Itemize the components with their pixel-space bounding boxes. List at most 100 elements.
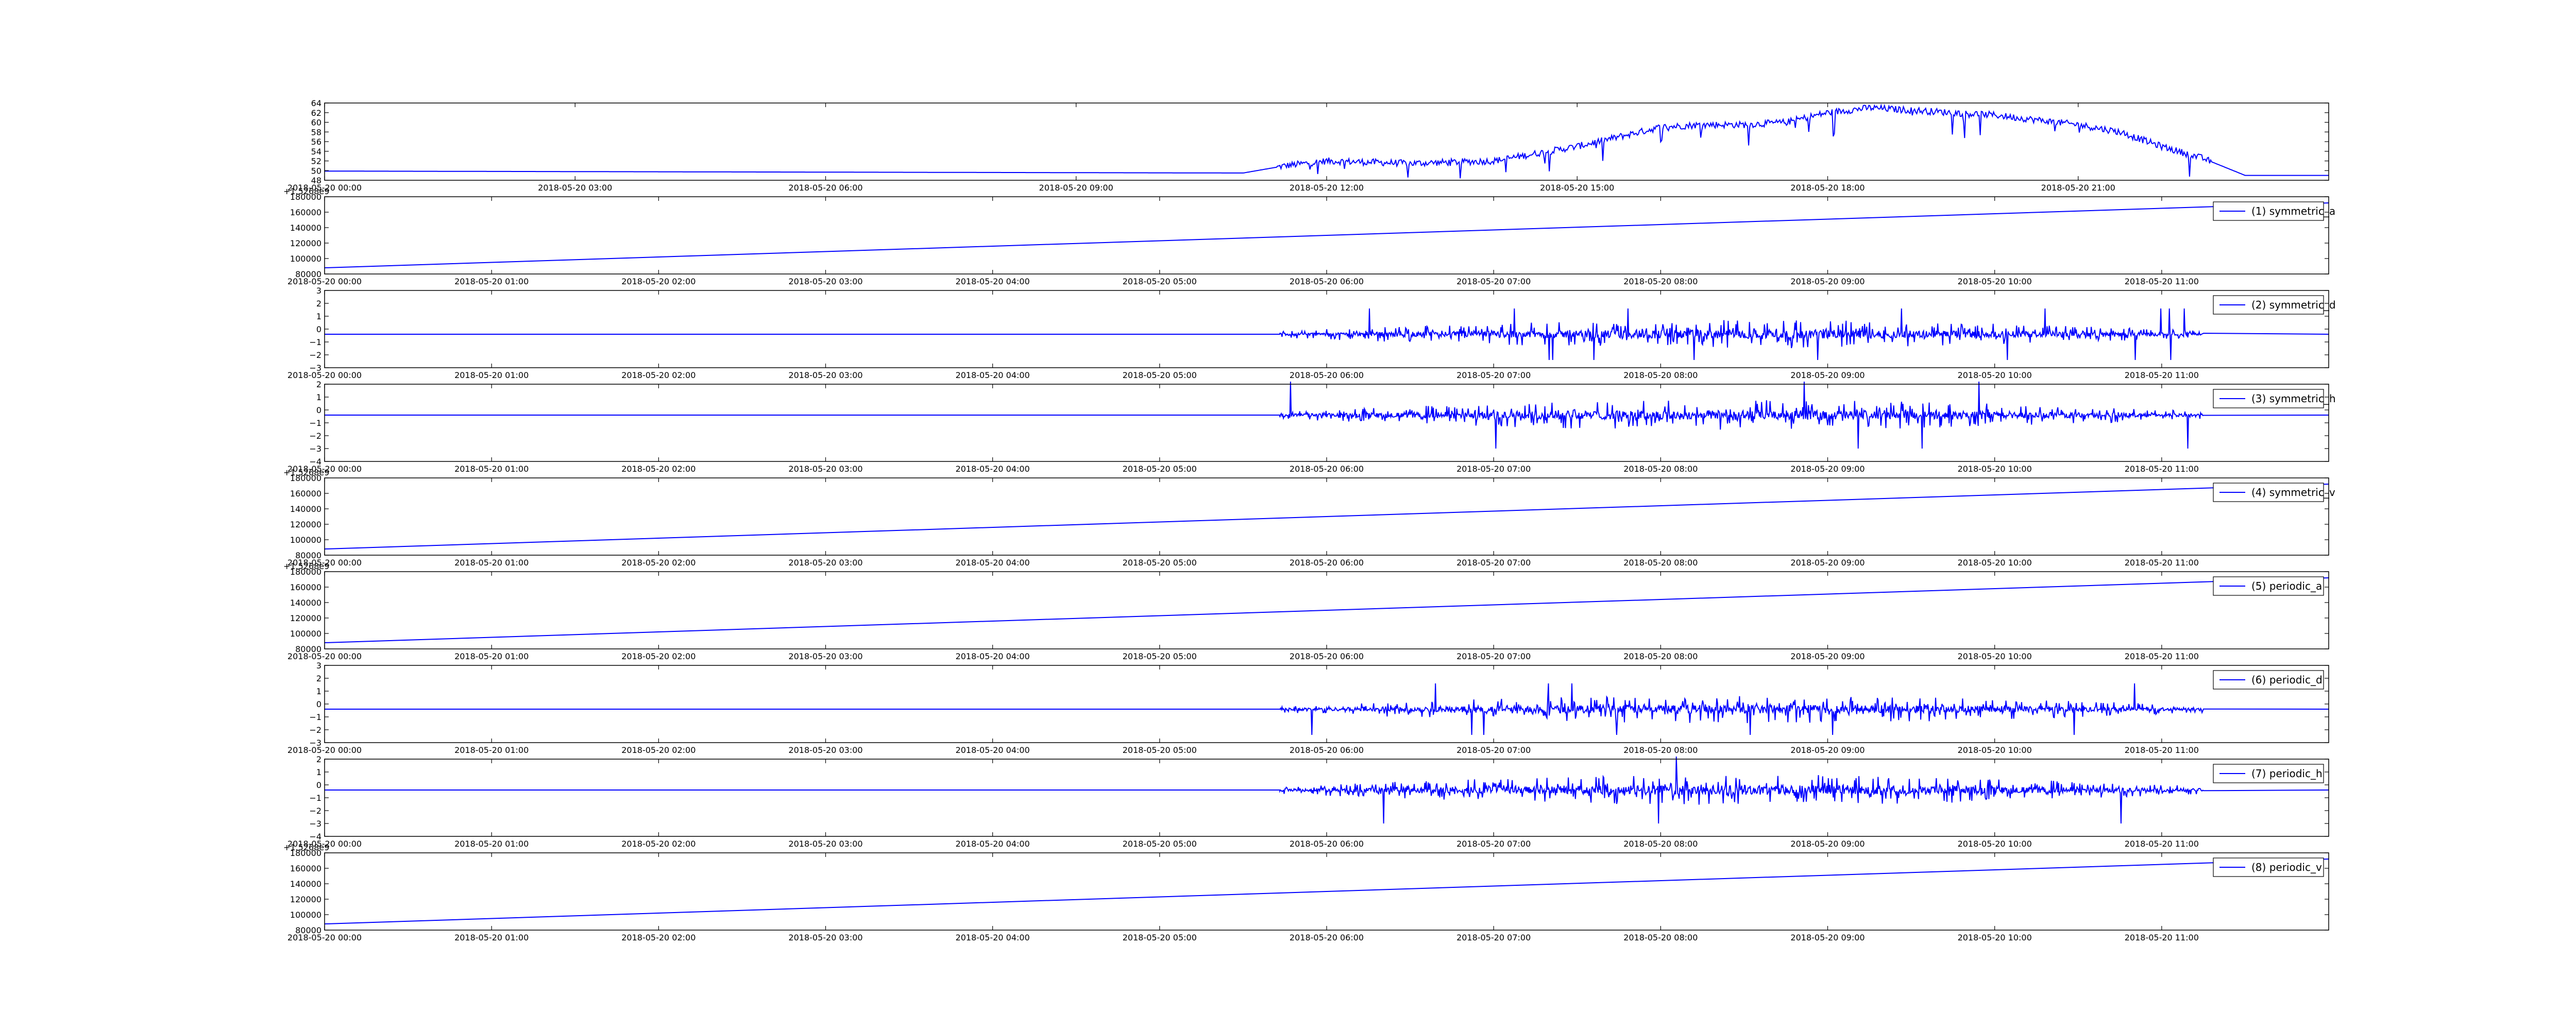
subplot-8: 2018-05-20 00:00 2018-05-20 01:00 2018-05-… (287, 754, 2329, 849)
series-line (325, 308, 2329, 360)
series-line (325, 683, 2329, 735)
x-tick-label: 2018-05-20 12:00 (1290, 183, 1364, 193)
subplot-3: 2018-05-20 00:00 2018-05-20 01:00 2018-05-… (287, 286, 2336, 380)
x-tick-label: 2018-05-20 03:00 (788, 839, 862, 849)
x-tick-label: 2018-05-20 08:00 (1623, 839, 1698, 849)
axes-frame (324, 665, 2329, 743)
subplot-9: 2018-05-20 00:00 2018-05-20 01:00 2018-05-… (283, 843, 2329, 942)
x-tick-label: 2018-05-20 10:00 (1958, 464, 2032, 474)
legend-label: (2) symmetric_d (2251, 299, 2336, 311)
y-tick-label: −2 (309, 350, 321, 360)
x-tick-label: 2018-05-20 07:00 (1456, 464, 1531, 474)
y-tick-label: 0 (316, 405, 321, 415)
subplot-1: 2018-05-20 00:00 2018-05-20 03:00 2018-05-… (287, 98, 2329, 193)
legend-label: (6) periodic_d (2251, 674, 2323, 686)
x-tick-label: 2018-05-20 11:00 (2125, 277, 2199, 286)
x-tick-label: 2018-05-20 11:00 (2125, 651, 2199, 661)
y-tick-label: 100000 (290, 910, 321, 920)
y-tick-label: −4 (309, 832, 321, 842)
x-tick-label: 2018-05-20 07:00 (1456, 558, 1531, 568)
subplot-5: 2018-05-20 00:00 2018-05-20 01:00 2018-05-… (283, 468, 2335, 568)
y-tick-label: 100000 (290, 629, 321, 639)
x-tick-label: 2018-05-20 03:00 (788, 651, 862, 661)
x-tick-label: 2018-05-20 03:00 (788, 370, 862, 380)
x-tick-label: 2018-05-20 21:00 (2041, 183, 2115, 193)
x-tick-label: 2018-05-20 08:00 (1623, 370, 1698, 380)
y-tick-label: 0 (316, 324, 321, 334)
legend-label: (7) periodic_h (2251, 767, 2323, 780)
y-tick-label: 80000 (295, 269, 321, 279)
subplot-6: 2018-05-20 00:00 2018-05-20 01:00 2018-05-… (283, 561, 2329, 661)
x-tick-label: 2018-05-20 07:00 (1456, 370, 1531, 380)
y-tick-label: 140000 (290, 598, 321, 608)
y-tick-label: 50 (311, 166, 321, 176)
x-tick-label: 2018-05-20 03:00 (788, 933, 862, 942)
x-tick-label: 2018-05-20 06:00 (1290, 464, 1364, 474)
x-tick-label: 2018-05-20 11:00 (2125, 745, 2199, 755)
series-line (324, 577, 2329, 643)
y-tick-label: −1 (309, 712, 321, 722)
x-tick-label: 2018-05-20 08:00 (1623, 464, 1698, 474)
x-tick-label: 2018-05-20 01:00 (454, 558, 529, 568)
y-tick-label: 140000 (290, 879, 321, 889)
y-tick-label: 140000 (290, 223, 321, 233)
x-tick-label: 2018-05-20 01:00 (454, 277, 529, 286)
x-tick-label: 2018-05-20 05:00 (1123, 839, 1197, 849)
x-tick-label: 2018-05-20 08:00 (1623, 277, 1698, 286)
x-tick-label: 2018-05-20 01:00 (454, 464, 529, 474)
y-tick-label: 160000 (290, 582, 321, 592)
y-tick-label: 160000 (290, 864, 321, 873)
x-tick-label: 2018-05-20 06:00 (1290, 558, 1364, 568)
y-tick-label: 120000 (290, 238, 321, 248)
x-tick-label: 2018-05-20 03:00 (788, 558, 862, 568)
axes-frame (324, 759, 2329, 837)
x-tick-label: 2018-05-20 09:00 (1039, 183, 1113, 193)
legend-label: (8) periodic_v (2251, 861, 2322, 873)
y-tick-label: 160000 (290, 208, 321, 217)
y-tick-label: 120000 (290, 613, 321, 623)
x-tick-label: 2018-05-20 10:00 (1958, 839, 2032, 849)
y-tick-label: 64 (311, 98, 321, 108)
y-tick-label: 54 (311, 147, 321, 157)
x-tick-label: 2018-05-20 09:00 (1790, 651, 1865, 661)
axes-frame (324, 290, 2329, 368)
x-tick-label: 2018-05-20 01:00 (454, 933, 529, 942)
y-tick-label: −1 (309, 793, 321, 803)
x-tick-label: 2018-05-20 03:00 (788, 745, 862, 755)
y-tick-label: −2 (309, 806, 321, 816)
x-tick-label: 2018-05-20 04:00 (956, 558, 1030, 568)
y-tick-label: 80000 (295, 925, 321, 935)
y-tick-label: 52 (311, 157, 321, 166)
series-line (324, 859, 2329, 924)
y-tick-label: −3 (309, 444, 321, 454)
x-tick-label: 2018-05-20 05:00 (1123, 745, 1197, 755)
x-tick-label: 2018-05-20 04:00 (956, 651, 1030, 661)
x-tick-label: 2018-05-20 06:00 (1290, 839, 1364, 849)
y-tick-label: 120000 (290, 520, 321, 529)
series-line (325, 104, 2329, 179)
x-tick-label: 2018-05-20 08:00 (1623, 933, 1698, 942)
legend-label: (5) periodic_a (2251, 580, 2322, 592)
x-tick-label: 2018-05-20 11:00 (2125, 839, 2199, 849)
subplot-2: 2018-05-20 00:00 2018-05-20 01:00 2018-05-… (283, 186, 2335, 286)
x-tick-label: 2018-05-20 04:00 (956, 839, 1030, 849)
offset-label: +1.5268e9 (283, 561, 329, 571)
x-tick-label: 2018-05-20 00:00 (287, 370, 362, 380)
subplot-4: 2018-05-20 00:00 2018-05-20 01:00 2018-05-… (287, 380, 2336, 474)
x-tick-label: 2018-05-20 18:00 (1790, 183, 1865, 193)
y-tick-label: 80000 (295, 644, 321, 654)
x-tick-label: 2018-05-20 06:00 (1290, 370, 1364, 380)
x-tick-label: 2018-05-20 10:00 (1958, 558, 2032, 568)
y-tick-label: 3 (316, 661, 321, 671)
y-tick-label: 1 (316, 392, 321, 402)
axes-frame (324, 384, 2329, 462)
y-tick-label: 2 (316, 674, 321, 683)
y-tick-label: 60 (311, 118, 321, 128)
y-tick-label: 58 (311, 127, 321, 137)
x-tick-label: 2018-05-20 09:00 (1790, 277, 1865, 286)
x-tick-label: 2018-05-20 02:00 (621, 464, 696, 474)
y-tick-label: 100000 (290, 254, 321, 264)
y-tick-label: 2 (316, 754, 321, 764)
x-tick-label: 2018-05-20 05:00 (1123, 464, 1197, 474)
x-tick-label: 2018-05-20 09:00 (1790, 370, 1865, 380)
